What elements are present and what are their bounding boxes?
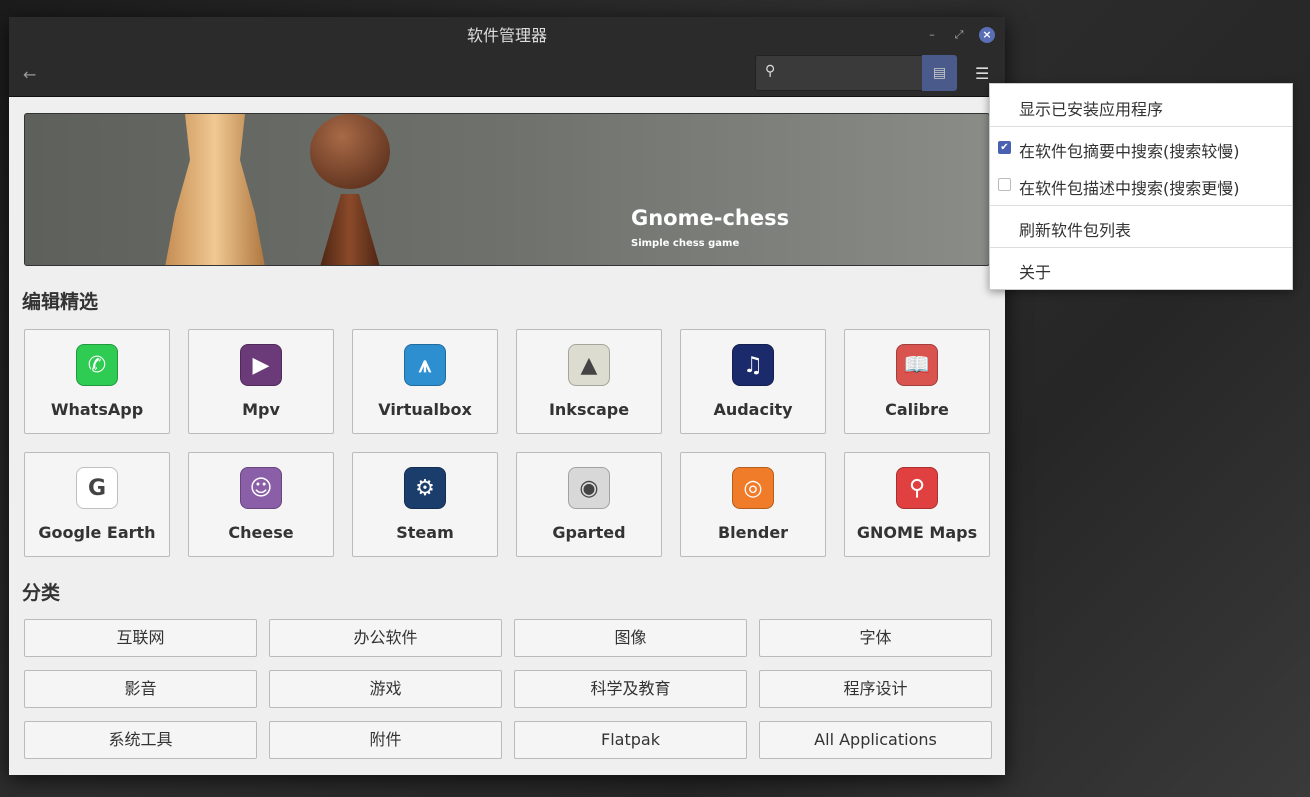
app-name: Gparted: [517, 523, 661, 542]
app-tile[interactable]: ♫ Audacity: [680, 329, 826, 434]
title-bar: 软件管理器 – ⤢ ×: [9, 17, 1005, 55]
app-name: Virtualbox: [353, 400, 497, 419]
menu-separator: [990, 205, 1292, 206]
category-button[interactable]: 办公软件: [269, 619, 502, 657]
app-tile[interactable]: ▶ Mpv: [188, 329, 334, 434]
app-tile[interactable]: ◉ Gparted: [516, 452, 662, 557]
window-title: 软件管理器: [467, 26, 547, 45]
blender-icon: ◎: [732, 467, 774, 509]
app-tile[interactable]: ▲ Inkscape: [516, 329, 662, 434]
app-tile[interactable]: ⩚ Virtualbox: [352, 329, 498, 434]
app-tile[interactable]: ⚙ Steam: [352, 452, 498, 557]
mpv-icon: ▶: [240, 344, 282, 386]
featured-banner[interactable]: Gnome-chess Simple chess game: [24, 113, 990, 266]
close-button[interactable]: ×: [979, 27, 995, 43]
whatsapp-icon: ✆: [76, 344, 118, 386]
app-tile[interactable]: ☺ Cheese: [188, 452, 334, 557]
menu-item-show-installed[interactable]: 显示已安装应用程序: [990, 96, 1292, 120]
steam-icon: ⚙: [404, 467, 446, 509]
toolbar: ← ⚲ ▤ ☰: [9, 55, 1005, 97]
app-name: Audacity: [681, 400, 825, 419]
app-name: Google Earth: [25, 523, 169, 542]
category-button[interactable]: 系统工具: [24, 721, 257, 759]
app-tile[interactable]: G Google Earth: [24, 452, 170, 557]
gparted-icon: ◉: [568, 467, 610, 509]
app-name: Steam: [353, 523, 497, 542]
banner-subtitle: Simple chess game: [631, 238, 739, 249]
search-input[interactable]: ⚲: [755, 55, 923, 91]
menu-item-label: 在软件包描述中搜索(搜索更慢): [1019, 179, 1240, 198]
google-icon: G: [76, 467, 118, 509]
category-button[interactable]: 图像: [514, 619, 747, 657]
category-button[interactable]: 程序设计: [759, 670, 992, 708]
category-button[interactable]: 游戏: [269, 670, 502, 708]
menu-item-label: 刷新软件包列表: [1019, 221, 1131, 240]
category-button[interactable]: 互联网: [24, 619, 257, 657]
app-name: Blender: [681, 523, 825, 542]
search-icon: ⚲: [765, 63, 775, 79]
menu-separator: [990, 126, 1292, 127]
checkbox-checked[interactable]: ✔: [998, 141, 1011, 154]
app-tile[interactable]: ⚲ GNOME Maps: [844, 452, 990, 557]
category-button[interactable]: 字体: [759, 619, 992, 657]
checkbox-unchecked[interactable]: [998, 178, 1011, 191]
menu-item-label: 显示已安装应用程序: [1019, 100, 1163, 119]
software-manager-window: 软件管理器 – ⤢ × ← ⚲ ▤ ☰ Gnome-chess Simple c…: [9, 17, 1005, 775]
inkscape-icon: ▲: [568, 344, 610, 386]
featured-heading: 编辑精选: [22, 287, 98, 314]
menu-item-search-summary[interactable]: ✔ 在软件包摘要中搜索(搜索较慢): [990, 138, 1292, 162]
menu-item-label: 在软件包摘要中搜索(搜索较慢): [1019, 142, 1240, 161]
calibre-icon: 📖: [896, 344, 938, 386]
hamburger-menu-button[interactable]: ☰: [975, 64, 989, 83]
app-name: GNOME Maps: [845, 523, 989, 542]
virtualbox-icon: ⩚: [404, 344, 446, 386]
category-button[interactable]: All Applications: [759, 721, 992, 759]
app-name: Mpv: [189, 400, 333, 419]
audacity-icon: ♫: [732, 344, 774, 386]
main-menu-popup: 显示已安装应用程序 ✔ 在软件包摘要中搜索(搜索较慢) 在软件包描述中搜索(搜索更…: [989, 83, 1293, 290]
app-tile[interactable]: 📖 Calibre: [844, 329, 990, 434]
app-name: WhatsApp: [25, 400, 169, 419]
category-button[interactable]: Flatpak: [514, 721, 747, 759]
menu-item-label: 关于: [1019, 263, 1051, 282]
menu-item-search-description[interactable]: 在软件包描述中搜索(搜索更慢): [990, 175, 1292, 199]
menu-item-refresh[interactable]: 刷新软件包列表: [990, 217, 1292, 241]
menu-separator: [990, 247, 1292, 248]
chess-pawn-image: [305, 114, 395, 266]
app-name: Calibre: [845, 400, 989, 419]
app-tile[interactable]: ✆ WhatsApp: [24, 329, 170, 434]
chess-piece-image: [165, 114, 265, 266]
category-button[interactable]: 影音: [24, 670, 257, 708]
categories-heading: 分类: [22, 578, 60, 605]
cheese-icon: ☺: [240, 467, 282, 509]
maximize-button[interactable]: ⤢: [951, 27, 967, 43]
back-button[interactable]: ←: [23, 65, 36, 84]
category-button[interactable]: 附件: [269, 721, 502, 759]
category-button[interactable]: 科学及教育: [514, 670, 747, 708]
search-options-button[interactable]: ▤: [922, 55, 957, 91]
app-name: Cheese: [189, 523, 333, 542]
banner-title: Gnome-chess: [631, 206, 789, 230]
app-tile[interactable]: ◎ Blender: [680, 452, 826, 557]
menu-item-about[interactable]: 关于: [990, 259, 1292, 283]
minimize-button[interactable]: –: [924, 27, 940, 43]
app-name: Inkscape: [517, 400, 661, 419]
map-pin-icon: ⚲: [896, 467, 938, 509]
